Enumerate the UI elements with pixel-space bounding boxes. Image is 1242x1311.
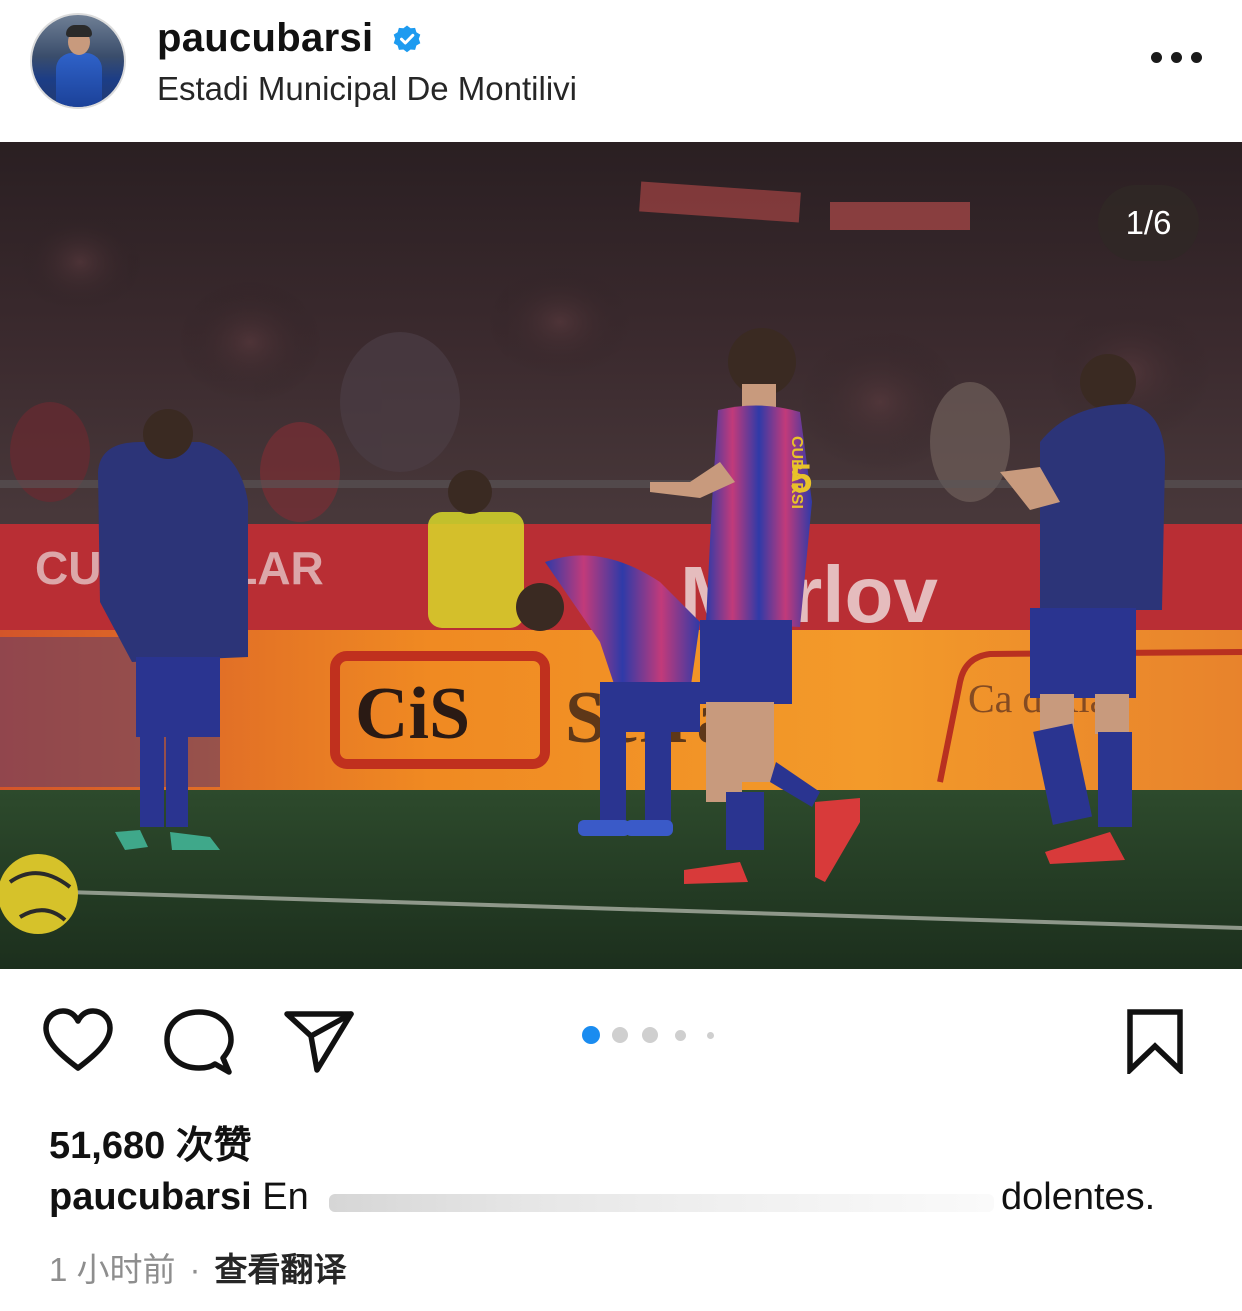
match-photo: CUI OCULAR Marlov CiS Sefra Ca d'Ala <box>0 142 1242 969</box>
carousel-dot <box>612 1027 628 1043</box>
verified-badge-icon <box>393 25 421 53</box>
jersey-name: CUBARSI <box>788 436 805 509</box>
board-text-center: CiS <box>355 673 470 755</box>
caption-text-start: En <box>262 1176 309 1218</box>
more-icon[interactable] <box>1151 52 1203 68</box>
meta-separator: · <box>189 1251 201 1288</box>
caption-username[interactable]: paucubarsi <box>49 1176 252 1218</box>
carousel-dot <box>642 1027 658 1043</box>
caption-blurred-text <box>329 1194 994 1212</box>
see-translation-link[interactable]: 查看翻译 <box>215 1251 347 1288</box>
post-meta: 1 小时前 · 查看翻译 <box>49 1243 347 1291</box>
carousel-dots <box>578 1025 728 1045</box>
comment-icon[interactable] <box>163 1008 235 1076</box>
avatar[interactable] <box>30 13 126 109</box>
heart-icon[interactable] <box>42 1008 114 1074</box>
send-icon[interactable] <box>283 1008 355 1074</box>
caption-text-end: dolentes. <box>1001 1176 1156 1218</box>
bookmark-icon[interactable] <box>1124 1008 1186 1074</box>
location[interactable]: Estadi Municipal De Montilivi <box>157 70 577 108</box>
post-photo[interactable]: CUI OCULAR Marlov CiS Sefra Ca d'Ala <box>0 142 1242 969</box>
carousel-dot <box>675 1030 686 1041</box>
time-ago: 1 小时前 <box>49 1251 176 1288</box>
post-header: paucubarsi Estadi Municipal De Montilivi <box>0 0 1242 140</box>
carousel-dot <box>707 1032 714 1039</box>
username[interactable]: paucubarsi <box>157 16 373 61</box>
caption[interactable]: paucubarsi En dolentes. <box>49 1176 1199 1224</box>
image-counter: 1/6 <box>1098 185 1199 261</box>
carousel-dot-active <box>582 1026 600 1044</box>
likes-count[interactable]: 51,680 次赞 <box>49 1114 252 1169</box>
